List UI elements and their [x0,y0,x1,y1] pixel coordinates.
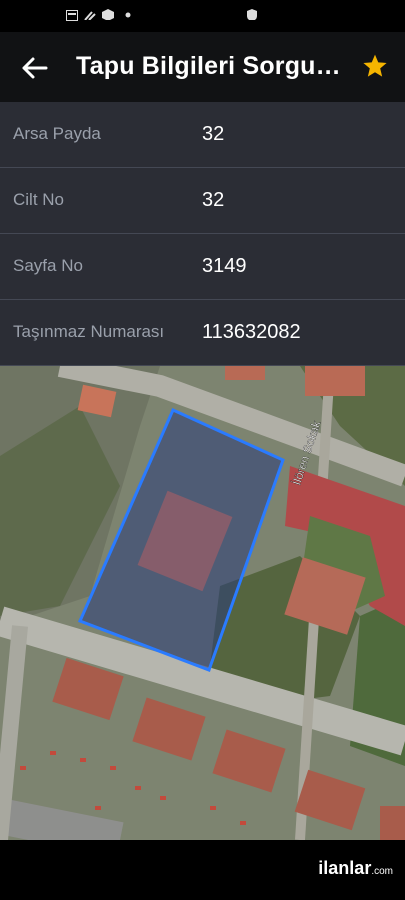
shield-icon [247,9,257,20]
row-value: 32 [202,189,225,211]
satellite-map[interactable]: İlören Sokak [0,366,405,840]
app-bar: Tapu Bilgileri Sorgulama [0,32,405,102]
row-value: 3149 [202,255,247,277]
page-title: Tapu Bilgileri Sorgulama [76,52,346,80]
info-row: Cilt No 32 [0,168,405,234]
brand-name: ilanlar [318,858,372,878]
info-row: Sayfa No 3149 [0,234,405,300]
deed-info-table: Arsa Payda 32 Cilt No 32 Sayfa No 3149 T… [0,102,405,366]
row-value: 32 [202,123,225,145]
status-bar [0,0,405,32]
row-label: Arsa Payda [13,124,101,143]
row-value: 113632082 [202,321,301,343]
bottom-bar: ilanlar.com [0,840,405,900]
info-row: Taşınmaz Numarası 113632082 [0,300,405,366]
map-canvas: İlören Sokak [0,366,405,840]
box-icon [102,9,114,20]
brand-suffix: .com [371,866,393,877]
broom-icon [84,11,96,20]
row-label: Cilt No [13,190,65,209]
row-label: Taşınmaz Numarası [13,322,165,341]
gallery-icon [66,10,78,21]
dot-icon [125,12,131,18]
row-label: Sayfa No [13,256,83,275]
brand-logo: ilanlar.com [318,858,393,879]
favorite-button[interactable] [359,50,391,82]
back-button[interactable] [14,48,54,88]
arrow-left-icon [22,57,48,79]
info-row: Arsa Payda 32 [0,102,405,168]
star-icon [363,54,387,77]
